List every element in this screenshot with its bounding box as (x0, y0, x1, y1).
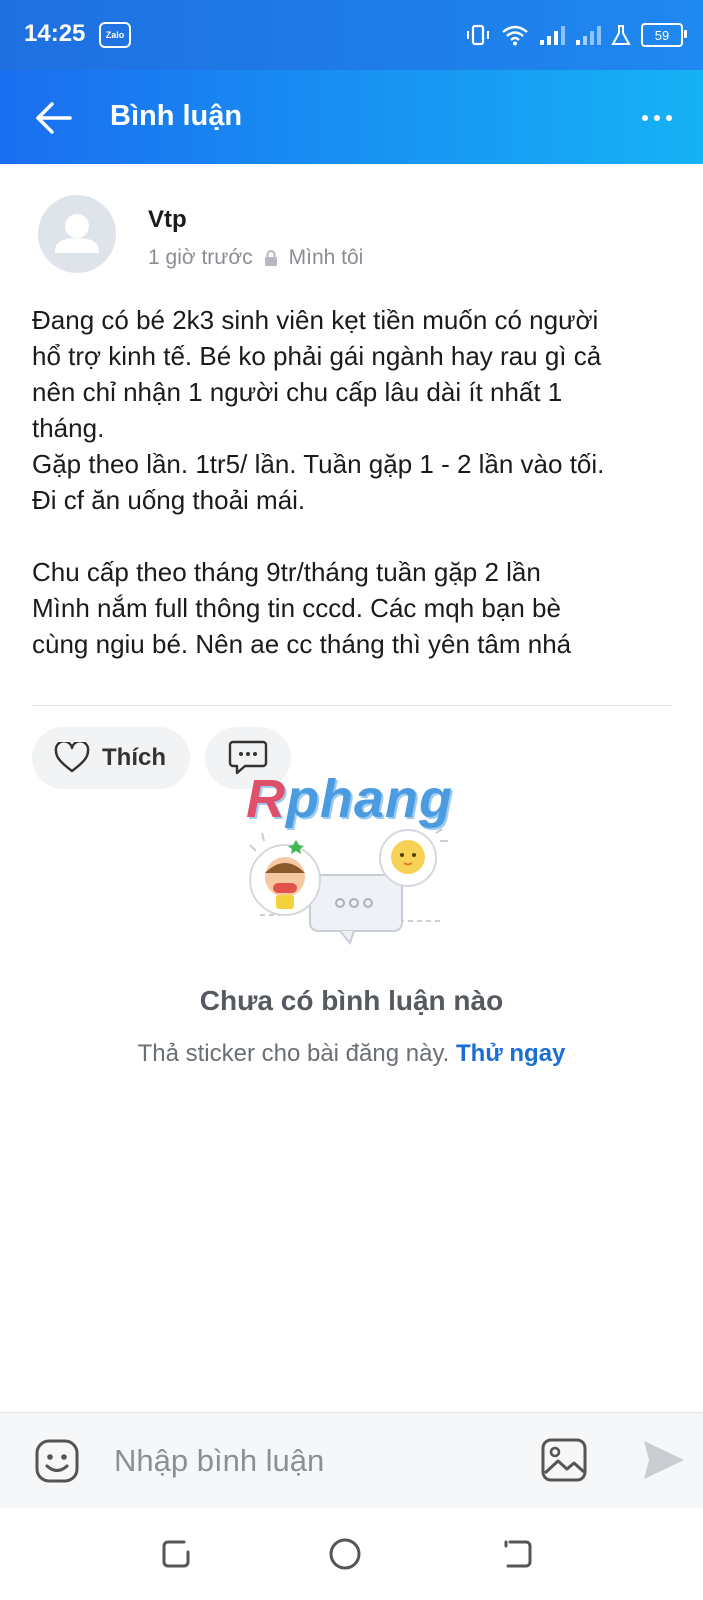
recent-apps-button[interactable] (158, 1536, 194, 1572)
back-arrow-icon (36, 102, 72, 134)
flask-icon (611, 25, 631, 45)
comment-input[interactable] (112, 1435, 516, 1487)
status-bar: 14:25 Zalo 59 (0, 0, 703, 70)
zalo-notification-icon: Zalo (99, 22, 131, 48)
back-nav-icon (504, 1540, 532, 1568)
back-button[interactable] (30, 94, 78, 142)
more-button[interactable] (635, 96, 679, 140)
heart-icon (54, 742, 90, 773)
privacy-label: Mình tôi (288, 246, 364, 269)
system-nav-bar (0, 1508, 703, 1600)
wifi-icon (502, 25, 528, 46)
recent-apps-icon (162, 1540, 190, 1568)
image-icon (541, 1438, 587, 1482)
status-icons: 59 (465, 18, 687, 52)
try-now-link[interactable]: Thử ngay (456, 1040, 565, 1067)
post-time: 1 giờ trước (148, 246, 253, 269)
emoji-icon (35, 1439, 79, 1483)
send-icon (644, 1441, 684, 1479)
like-button[interactable]: Thích (32, 727, 190, 789)
app-bar: Bình luận (0, 70, 703, 164)
post-text: Đang có bé 2k3 sinh viên kẹt tiền muốn c… (32, 305, 605, 659)
back-nav-button[interactable] (500, 1536, 536, 1572)
empty-comments-illustration (249, 828, 448, 946)
status-time: 14:25 (24, 20, 86, 47)
divider (32, 705, 672, 706)
home-icon (329, 1538, 361, 1570)
signal-icon (540, 26, 565, 45)
post-meta: 1 giờ trước Mình tôi (148, 246, 363, 270)
send-button[interactable] (640, 1437, 686, 1483)
home-button[interactable] (327, 1536, 363, 1572)
avatar[interactable] (38, 195, 116, 273)
image-button[interactable] (540, 1437, 588, 1483)
like-label: Thích (102, 744, 166, 771)
watermark-logo: Rphang (246, 769, 453, 829)
vibrate-icon (467, 24, 489, 46)
comment-composer (0, 1412, 703, 1509)
sticker-button[interactable] (34, 1438, 80, 1484)
lock-icon (264, 250, 277, 266)
signal-2-icon (576, 26, 601, 45)
page-title: Bình luận (110, 100, 243, 132)
battery-icon: 59 (641, 23, 687, 47)
more-icon (642, 115, 648, 121)
author-name[interactable]: Vtp (148, 206, 187, 234)
default-avatar-icon (55, 214, 99, 253)
empty-state-title: Chưa có bình luận nào (199, 985, 504, 1016)
empty-state-subtitle: Thả sticker cho bài đăng này. Thử ngay (137, 1040, 566, 1067)
